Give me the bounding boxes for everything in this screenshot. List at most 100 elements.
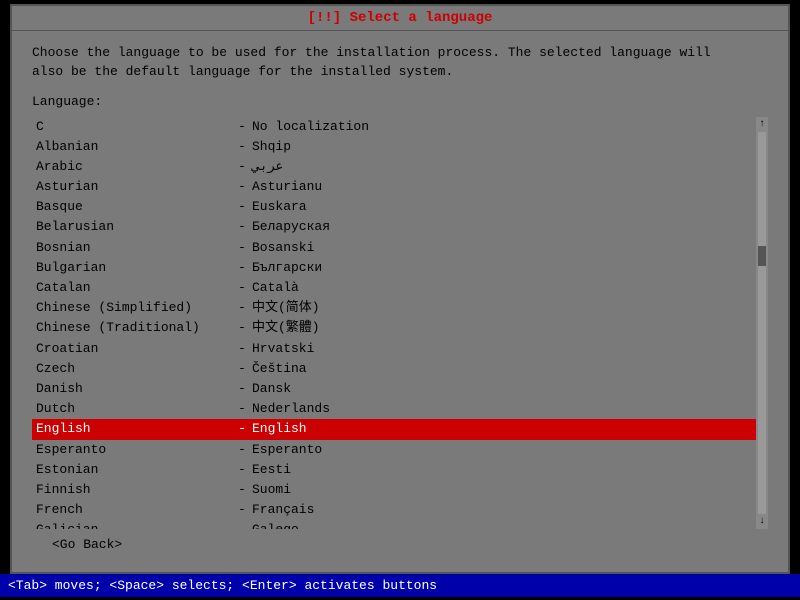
scroll-up-icon[interactable]: ↑ — [759, 119, 765, 130]
lang-native: English — [252, 420, 756, 438]
lang-native: Eesti — [252, 461, 756, 479]
lang-name: C — [32, 118, 232, 136]
lang-name: Esperanto — [32, 441, 232, 459]
lang-native: 中文(繁體) — [252, 319, 756, 337]
lang-name: Chinese (Traditional) — [32, 319, 232, 337]
language-item[interactable]: English-English — [32, 419, 756, 439]
lang-native: Bosanski — [252, 239, 756, 257]
description-line2: also be the default language for the ins… — [32, 62, 768, 82]
lang-native: Hrvatski — [252, 340, 756, 358]
language-item[interactable]: Galician-Galego — [32, 520, 756, 528]
lang-native: Беларуская — [252, 218, 756, 236]
scrollbar: ↑ ↓ — [756, 117, 768, 529]
lang-name: Catalan — [32, 279, 232, 297]
lang-dash: - — [232, 521, 252, 528]
lang-name: Arabic — [32, 158, 232, 176]
lang-native: Català — [252, 279, 756, 297]
go-back-button[interactable]: <Go Back> — [52, 537, 122, 552]
lang-native: Dansk — [252, 380, 756, 398]
language-item[interactable]: Bulgarian-Български — [32, 258, 756, 278]
lang-dash: - — [232, 218, 252, 236]
language-item[interactable]: Belarusian-Беларуская — [32, 217, 756, 237]
lang-native: عربي — [252, 158, 756, 176]
language-item[interactable]: French-Français — [32, 500, 756, 520]
lang-dash: - — [232, 299, 252, 317]
lang-name: Danish — [32, 380, 232, 398]
language-item[interactable]: Croatian-Hrvatski — [32, 339, 756, 359]
lang-dash: - — [232, 198, 252, 216]
lang-name: Dutch — [32, 400, 232, 418]
language-item[interactable]: Czech-Čeština — [32, 359, 756, 379]
lang-dash: - — [232, 360, 252, 378]
language-item[interactable]: Arabic-عربي — [32, 157, 756, 177]
lang-native: Galego — [252, 521, 756, 528]
status-text: <Tab> moves; <Space> selects; <Enter> ac… — [8, 578, 437, 593]
language-list[interactable]: C-No localizationAlbanian-ShqipArabic-عر… — [32, 117, 756, 529]
language-item[interactable]: Asturian-Asturianu — [32, 177, 756, 197]
scroll-track — [758, 132, 766, 514]
lang-dash: - — [232, 259, 252, 277]
lang-name: Albanian — [32, 138, 232, 156]
language-item[interactable]: Dutch-Nederlands — [32, 399, 756, 419]
status-bar: <Tab> moves; <Space> selects; <Enter> ac… — [0, 574, 800, 597]
lang-name: Belarusian — [32, 218, 232, 236]
lang-name: French — [32, 501, 232, 519]
language-item[interactable]: Basque-Euskara — [32, 197, 756, 217]
language-item[interactable]: C-No localization — [32, 117, 756, 137]
title-bar: [!!] Select a language — [12, 6, 788, 31]
content-area: Choose the language to be used for the i… — [12, 31, 788, 572]
lang-name: Finnish — [32, 481, 232, 499]
lang-dash: - — [232, 501, 252, 519]
language-item[interactable]: Catalan-Català — [32, 278, 756, 298]
lang-name: Bosnian — [32, 239, 232, 257]
bottom-buttons: <Go Back> — [32, 529, 768, 560]
lang-native: Nederlands — [252, 400, 756, 418]
language-item[interactable]: Bosnian-Bosanski — [32, 238, 756, 258]
language-label: Language: — [32, 94, 768, 109]
lang-dash: - — [232, 340, 252, 358]
scroll-thumb[interactable] — [758, 246, 766, 266]
description-line1: Choose the language to be used for the i… — [32, 43, 768, 63]
lang-name: Croatian — [32, 340, 232, 358]
language-item[interactable]: Chinese (Traditional)-中文(繁體) — [32, 318, 756, 338]
lang-native: Shqip — [252, 138, 756, 156]
lang-name: Chinese (Simplified) — [32, 299, 232, 317]
lang-native: 中文(简体) — [252, 299, 756, 317]
lang-name: Galician — [32, 521, 232, 528]
language-item[interactable]: Albanian-Shqip — [32, 137, 756, 157]
lang-native: Français — [252, 501, 756, 519]
language-item[interactable]: Estonian-Eesti — [32, 460, 756, 480]
lang-name: Czech — [32, 360, 232, 378]
dialog: [!!] Select a language Choose the langua… — [10, 4, 790, 574]
lang-native: Esperanto — [252, 441, 756, 459]
lang-native: Suomi — [252, 481, 756, 499]
lang-dash: - — [232, 319, 252, 337]
lang-dash: - — [232, 138, 252, 156]
language-item[interactable]: Esperanto-Esperanto — [32, 440, 756, 460]
lang-dash: - — [232, 461, 252, 479]
lang-name: Asturian — [32, 178, 232, 196]
lang-native: Euskara — [252, 198, 756, 216]
lang-native: Čeština — [252, 360, 756, 378]
lang-name: English — [32, 420, 232, 438]
lang-dash: - — [232, 441, 252, 459]
lang-native: No localization — [252, 118, 756, 136]
lang-name: Estonian — [32, 461, 232, 479]
lang-dash: - — [232, 158, 252, 176]
language-item[interactable]: Chinese (Simplified)-中文(简体) — [32, 298, 756, 318]
list-container: C-No localizationAlbanian-ShqipArabic-عر… — [32, 117, 768, 529]
lang-dash: - — [232, 178, 252, 196]
lang-dash: - — [232, 400, 252, 418]
lang-native: Asturianu — [252, 178, 756, 196]
lang-dash: - — [232, 118, 252, 136]
lang-dash: - — [232, 239, 252, 257]
language-item[interactable]: Finnish-Suomi — [32, 480, 756, 500]
title-text: [!!] Select a language — [308, 10, 493, 26]
scroll-down-icon[interactable]: ↓ — [759, 516, 765, 527]
lang-dash: - — [232, 481, 252, 499]
lang-native: Български — [252, 259, 756, 277]
description: Choose the language to be used for the i… — [32, 43, 768, 82]
lang-name: Basque — [32, 198, 232, 216]
lang-dash: - — [232, 380, 252, 398]
language-item[interactable]: Danish-Dansk — [32, 379, 756, 399]
